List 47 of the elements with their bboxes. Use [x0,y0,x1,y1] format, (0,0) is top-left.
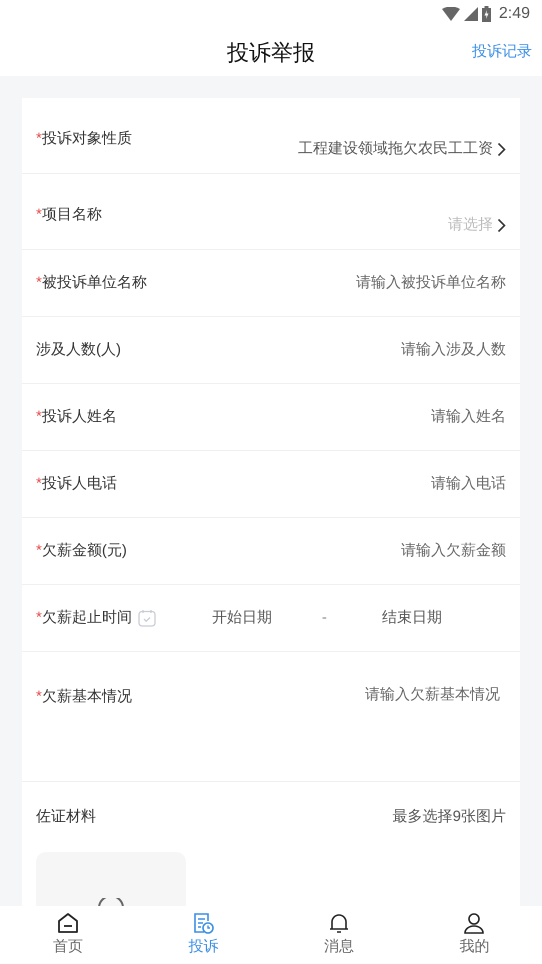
battery-icon [482,6,491,22]
wifi-icon [442,7,460,21]
calendar-icon [138,609,156,627]
required-mark: * [36,687,42,707]
input-field[interactable]: 请输入被投诉单位名称 [286,272,506,294]
input-field[interactable]: 请输入欠薪金额 [286,540,506,562]
field-label: 欠薪金额(元) [42,540,127,561]
tab-bar-item[interactable]: 投诉 [136,906,271,964]
required-mark: * [36,272,42,293]
tab-bar-item[interactable]: 我的 [406,906,542,964]
select-field[interactable]: 工程建设领域拖欠农民工工资 [298,138,506,160]
home-icon [56,912,79,934]
start-date-field[interactable]: 开始日期 [212,606,272,630]
required-mark: * [36,129,42,149]
field-label: 投诉对象性质 [42,129,132,149]
input-field[interactable]: 请输入姓名 [286,406,506,428]
upload-button[interactable] [36,852,186,906]
user-icon [463,912,486,934]
field-label: 项目名称 [42,205,102,225]
page-title: 投诉举报 [227,38,315,66]
section-label: 佐证材料 [36,806,96,827]
field-label: 被投诉单位名称 [42,272,147,293]
required-mark: * [36,474,42,494]
required-mark: * [36,540,42,561]
bell-icon [328,912,350,934]
tab-bar-item[interactable]: 首页 [0,906,136,964]
field-label: 投诉人姓名 [42,406,117,427]
end-date-field[interactable]: 结束日期 [382,606,442,630]
document-clock-icon [192,912,214,934]
input-field[interactable]: 请输入电话 [286,472,506,496]
chevron-right-icon [497,142,506,157]
required-mark: * [36,608,42,628]
date-separator: - [322,608,327,628]
text-area[interactable]: 请输入欠薪基本情况 [300,684,500,724]
field-label: 投诉人电话 [42,474,117,494]
field-label: 欠薪起止时间 [42,608,132,628]
chevron-right-icon [497,218,506,233]
input-field[interactable]: 请输入涉及人数 [286,338,506,362]
upload-hint: 最多选择9张图片 [392,806,506,827]
required-mark: * [36,406,42,427]
signal-icon [464,7,478,21]
status-time: 2:49 [498,4,530,24]
field-label: 涉及人数(人) [36,340,121,360]
field-label: 欠薪基本情况 [42,687,132,707]
tab-bar-item[interactable]: 消息 [271,906,406,964]
complaint-records-link[interactable]: 投诉记录 [472,40,532,64]
required-mark: * [36,205,42,225]
